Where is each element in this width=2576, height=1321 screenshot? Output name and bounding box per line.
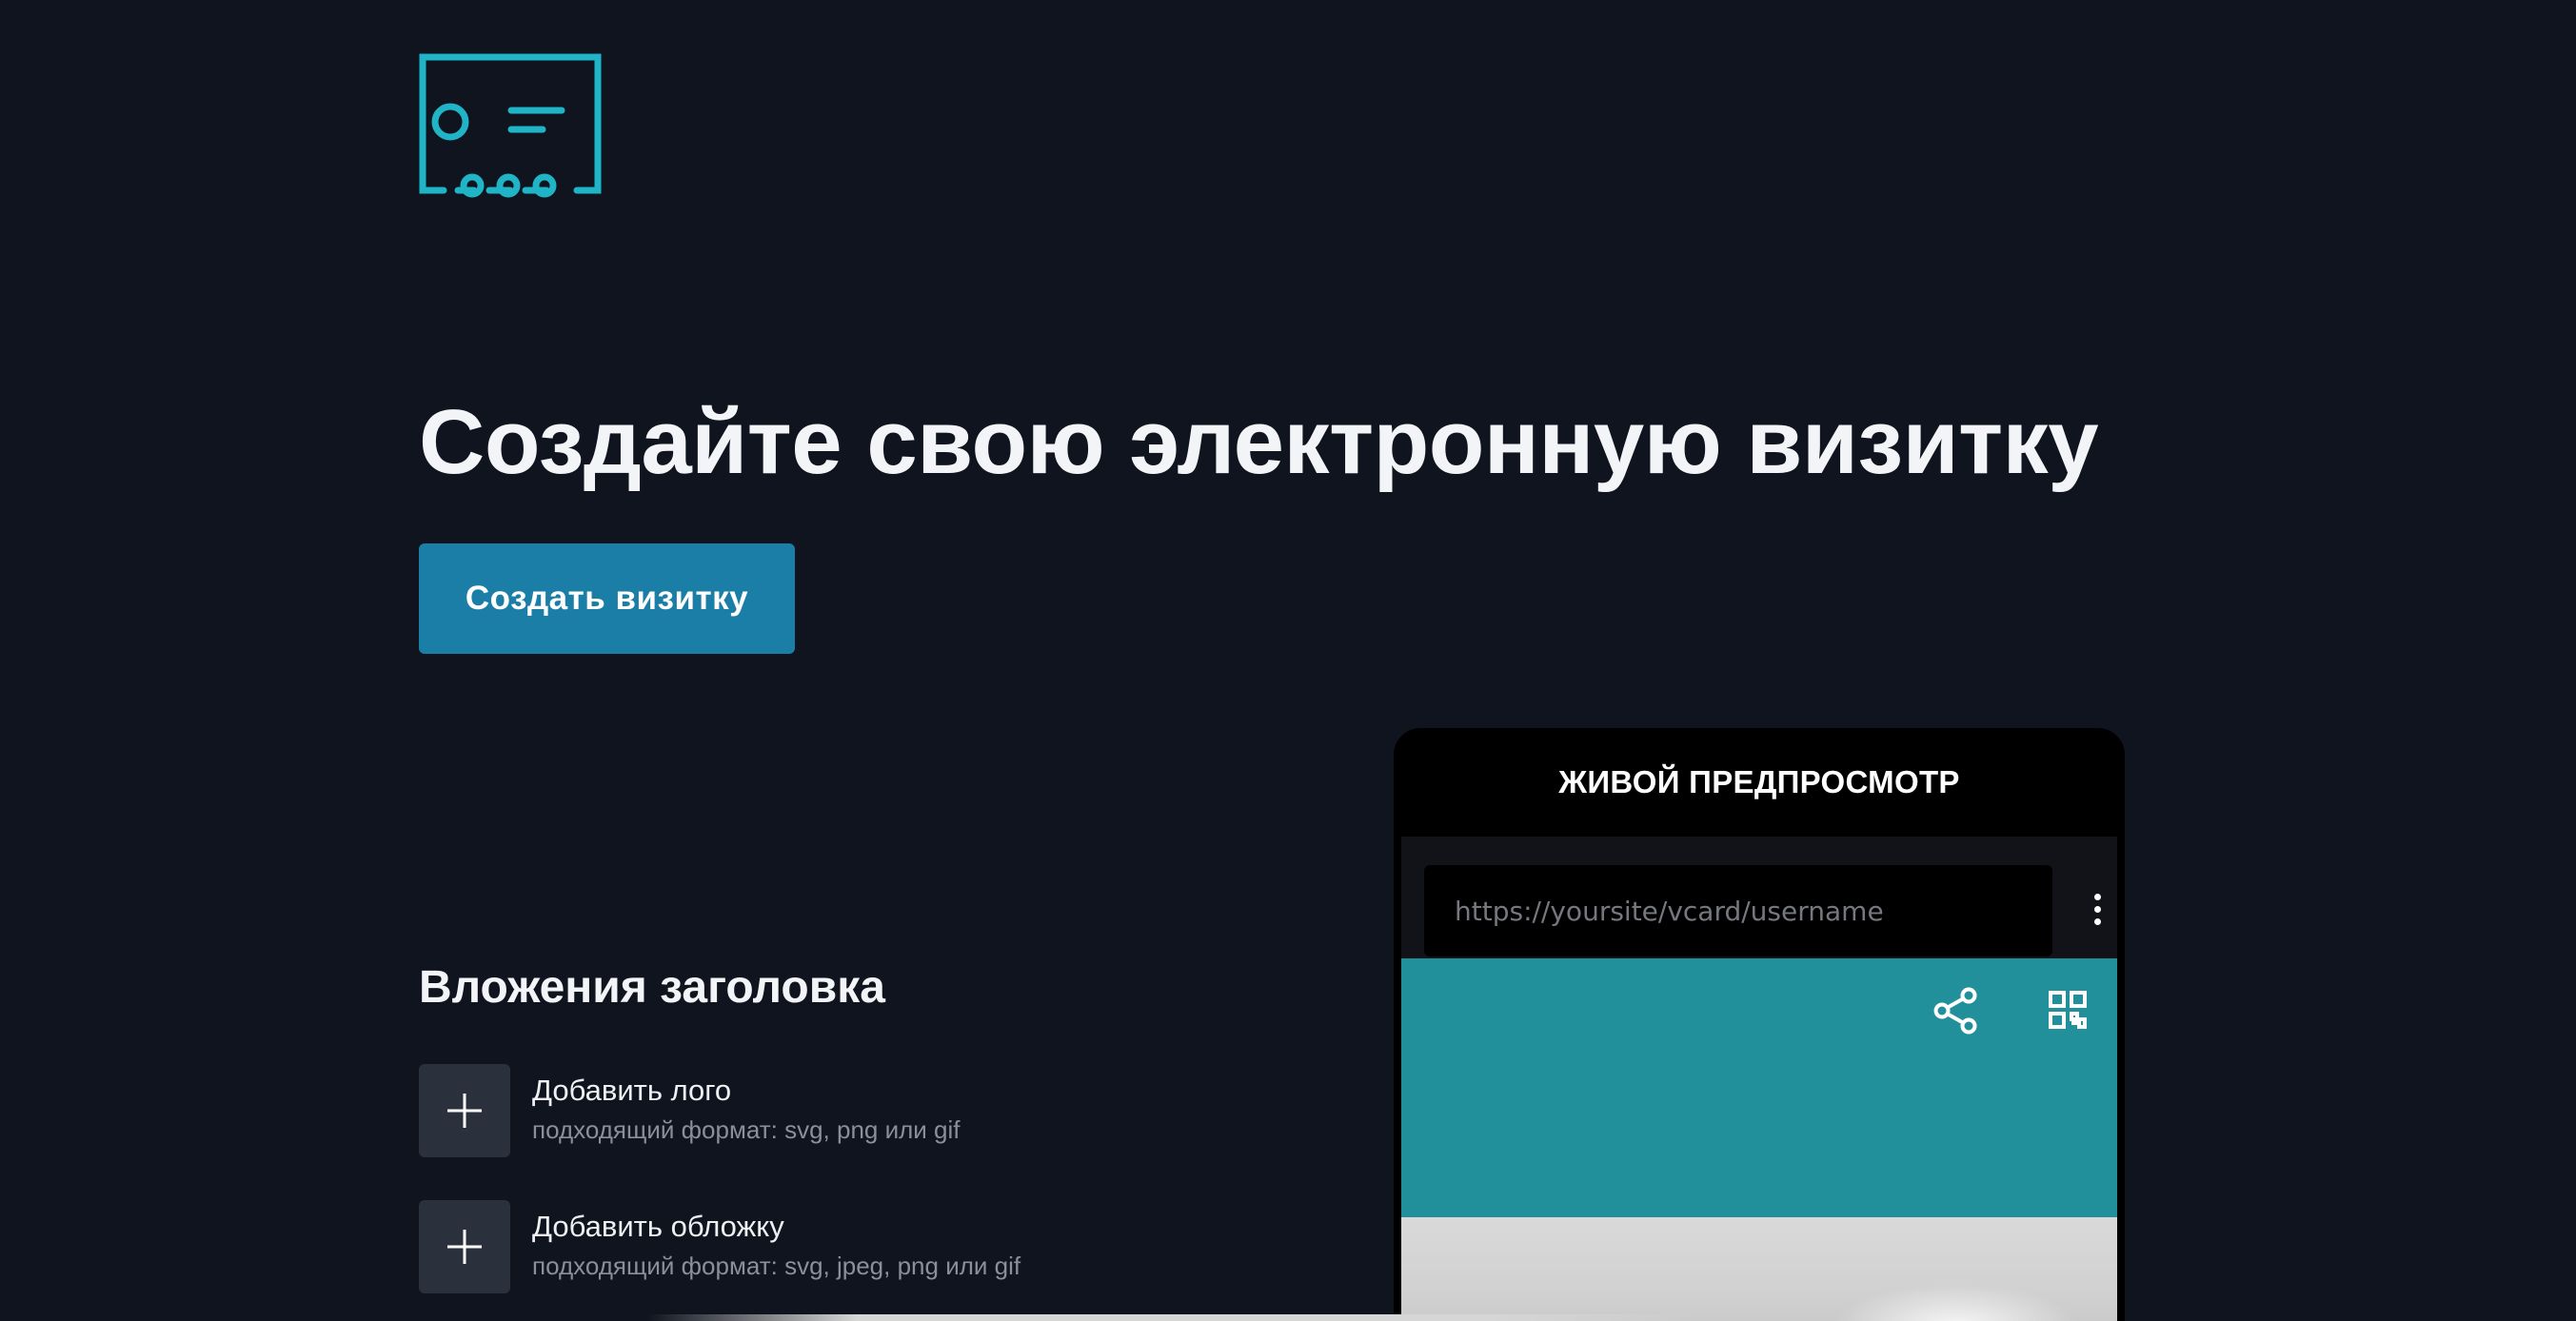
preview-address-bar (1401, 837, 2117, 958)
create-card-button[interactable]: Создать визитку (419, 543, 795, 654)
live-preview-title: ЖИВОЙ ПРЕДПРОСМОТР (1558, 764, 1960, 799)
qr-code-icon[interactable] (2049, 991, 2087, 1029)
preview-card-header (1401, 958, 2117, 1217)
live-preview-panel: ЖИВОЙ ПРЕДПРОСМОТР (1394, 728, 2125, 1321)
add-cover-hint: подходящий формат: svg, jpeg, png или gi… (532, 1252, 1021, 1280)
add-logo-item: Добавить лого подходящий формат: svg, pn… (419, 1064, 1180, 1157)
preview-card-body (1401, 1217, 2117, 1321)
add-cover-item: Добавить обложку подходящий формат: svg,… (419, 1200, 1180, 1293)
bottom-edge-divider (647, 1314, 1694, 1321)
vcard-logo-icon[interactable] (419, 53, 602, 198)
page: Создайте свою электронную визитку Создат… (0, 0, 2576, 1321)
kebab-menu-icon[interactable] (2091, 894, 2104, 932)
add-cover-button[interactable] (419, 1200, 510, 1293)
plus-icon (447, 1230, 482, 1264)
add-cover-label: Добавить обложку (532, 1210, 784, 1243)
attachments-section-title: Вложения заголовка (419, 962, 885, 1013)
share-icon[interactable] (1932, 987, 1978, 1035)
preview-url-input[interactable] (1424, 865, 2052, 956)
page-title: Создайте свою электронную визитку (419, 391, 2099, 493)
add-logo-label: Добавить лого (532, 1074, 732, 1107)
add-logo-button[interactable] (419, 1064, 510, 1157)
add-logo-hint: подходящий формат: svg, png или gif (532, 1115, 961, 1144)
plus-icon (447, 1094, 482, 1128)
